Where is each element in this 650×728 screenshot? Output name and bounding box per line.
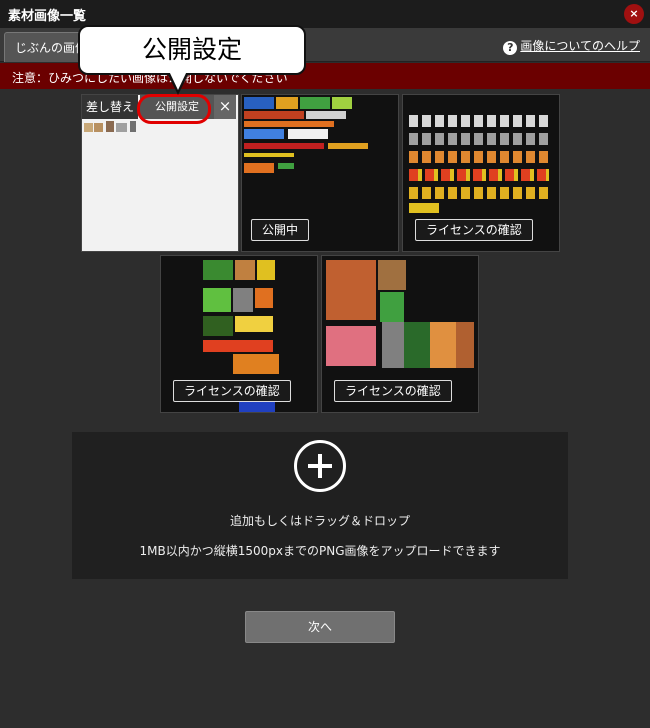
callout-tooltip: 公開設定 [78,25,306,75]
question-icon: ? [503,41,518,55]
upload-dropzone[interactable]: 追加もしくはドラッグ＆ドロップ 1MB以内かつ縦横1500pxまでのPNG画像を… [72,432,568,579]
help-link[interactable]: ? 画像についてのヘルプ [503,37,640,55]
replace-button[interactable]: 差し替え [82,95,138,119]
image-card-5[interactable]: ライセンスの確認 [321,255,479,413]
next-button[interactable]: 次へ [245,611,395,643]
character-sprites-thumbnail [409,115,553,215]
sprite-thumbnail [84,121,138,133]
plus-circle-icon[interactable] [294,440,346,492]
license-check-badge[interactable]: ライセンスの確認 [415,219,533,241]
window-titlebar: 素材画像一覧 × [0,0,650,28]
tileset-thumbnail [244,97,398,187]
image-card-2[interactable]: 公開中 [241,94,399,252]
public-badge: 公開中 [251,219,310,241]
dropzone-constraints: 1MB以内かつ縦横1500pxまでのPNG画像をアップロードできます [139,544,501,558]
highlight-ring [137,94,211,124]
help-link-label: 画像についてのヘルプ [520,39,640,53]
window-title: 素材画像一覧 [8,9,87,24]
image-card-4[interactable]: ライセンスの確認 [160,255,318,413]
dropzone-instruction: 追加もしくはドラッグ＆ドロップ [229,514,410,528]
license-check-badge[interactable]: ライセンスの確認 [334,380,452,402]
delete-button[interactable]: × [214,95,236,119]
house-tileset-thumbnail [326,260,476,380]
close-button[interactable]: × [624,4,644,24]
callout-tail-fill [169,71,187,90]
license-check-badge[interactable]: ライセンスの確認 [173,380,291,402]
image-card-3[interactable]: ライセンスの確認 [402,94,560,252]
